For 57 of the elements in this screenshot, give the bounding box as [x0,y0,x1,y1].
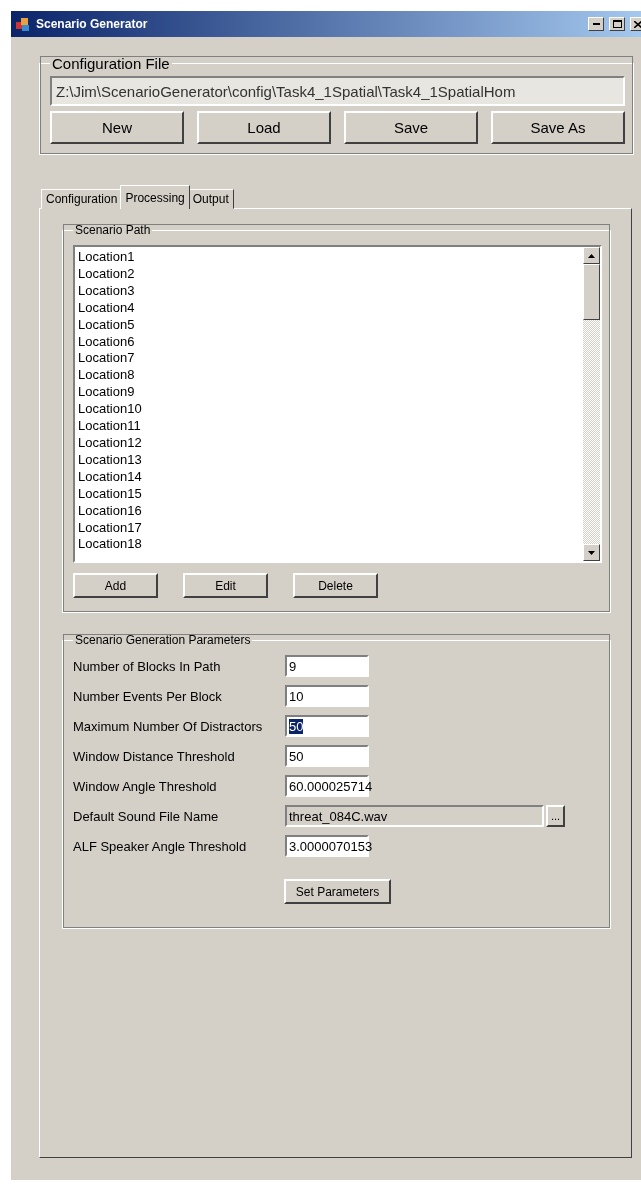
list-button[interactable]: Edit [183,573,268,598]
list-button[interactable]: Add [73,573,158,598]
list-item[interactable]: Location5 [78,316,580,334]
list-item[interactable]: Location4 [78,299,580,317]
maximize-icon [612,20,622,28]
field-label: Window Distance Threshold [73,748,236,764]
field-label: Window Angle Threshold [73,778,218,794]
list-item[interactable]: Location16 [78,502,580,520]
window-title: Scenario Generator [36,17,149,31]
app-icon [15,16,31,32]
file-button[interactable]: Save As [491,111,625,144]
list-item[interactable]: Location9 [78,384,580,402]
file-button[interactable]: Load [197,111,331,144]
down-arrow-icon [588,550,595,555]
tab[interactable]: Processing [120,185,190,209]
list-item[interactable]: Location14 [78,468,580,486]
minimize-icon [592,23,600,25]
field-label: Number Events Per Block [73,688,223,704]
scrollbar[interactable] [583,247,600,561]
list-item[interactable]: Location8 [78,367,580,385]
browse-button[interactable]: ... [546,805,565,827]
list-item[interactable]: Location12 [78,434,580,452]
group-label: Configuration File [51,55,171,72]
minimize-button[interactable] [588,17,604,31]
file-button[interactable]: New [50,111,184,144]
list-button[interactable]: Delete [293,573,378,598]
list-item[interactable]: Location7 [78,350,580,368]
input-field[interactable]: 10 [285,685,369,707]
list-item[interactable]: Location17 [78,519,580,537]
list-item[interactable]: Location18 [78,536,580,554]
field-label: Number of Blocks In Path [73,658,222,674]
group-label: Scenario Generation Parameters [74,633,252,647]
list-item[interactable]: Location3 [78,282,580,300]
maximize-button[interactable] [609,17,625,31]
list-item[interactable]: Location11 [78,418,580,435]
up-arrow-icon [588,253,595,258]
input-field[interactable]: 50 [285,715,369,737]
file-button[interactable]: Save [344,111,478,144]
list-item[interactable]: Location13 [78,451,580,469]
set-parameters-button[interactable]: Set Parameters [284,879,391,904]
close-icon [634,20,641,28]
scrollbar-thumb[interactable] [583,264,600,320]
list-item[interactable]: Location1 [78,249,580,266]
list-item[interactable]: Location6 [78,333,580,351]
input-field[interactable]: threat_084C.wav [285,805,544,827]
list-item[interactable]: Location15 [78,485,580,503]
tab[interactable]: Configuration [41,189,123,209]
tab[interactable]: Output [187,189,234,209]
field-label: Default Sound File Name [73,808,220,824]
input-field[interactable]: 50 [285,745,369,767]
list-item[interactable]: Location2 [78,265,580,283]
group-label: Scenario Path [74,223,152,237]
field-label: Maximum Number Of Distractors [73,718,264,734]
field-label: ALF Speaker Angle Threshold [73,838,248,854]
list-item[interactable]: Location10 [78,401,580,419]
path-field[interactable]: Z:\Jim\ScenarioGenerator\config\Task4_1Spatial\Task4_1SpatialHom [50,76,625,106]
input-field[interactable]: 9 [285,655,369,677]
